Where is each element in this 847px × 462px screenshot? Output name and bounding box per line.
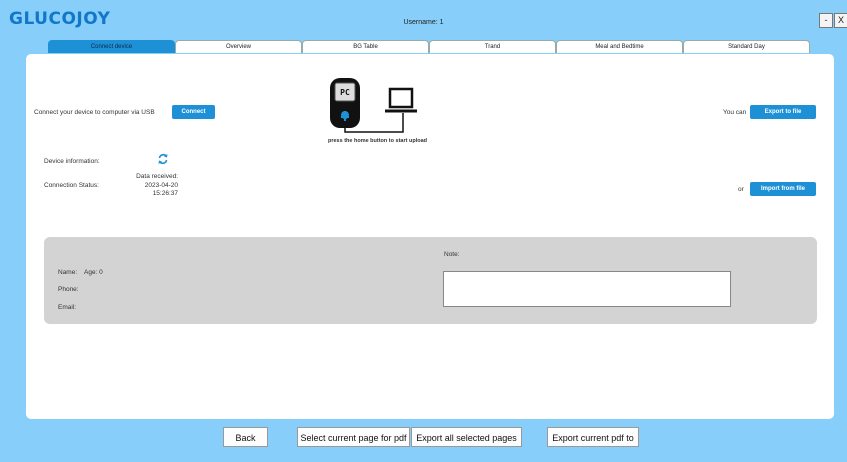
name-label: Name: [58, 269, 78, 276]
data-received-date: 2023-04-20 [144, 181, 178, 189]
data-received-time: 15:26:37 [152, 190, 178, 197]
laptop-icon [385, 87, 417, 113]
note-field[interactable] [443, 271, 731, 307]
note-label: Note: [444, 251, 460, 258]
tab-bg-table[interactable]: BG Table [302, 40, 429, 53]
tab-meal-and-bedtime[interactable]: Meal and Bedtime [556, 40, 683, 53]
upload-instruction: press the home button to start upload [328, 138, 428, 144]
export-to-file-button[interactable]: Export to file [750, 105, 816, 119]
age-label: Age: 0 [84, 269, 103, 276]
tab-connect-device[interactable]: Connect device [48, 40, 175, 53]
refresh-icon[interactable] [157, 153, 169, 165]
tab-bar: Connect device Overview BG Table Trand M… [48, 40, 810, 54]
back-button[interactable]: Back [223, 427, 268, 447]
import-from-file-button[interactable]: Import from file [750, 182, 816, 196]
tab-trand[interactable]: Trand [429, 40, 556, 53]
minimize-button[interactable]: - [819, 13, 833, 28]
glucose-meter-icon: PC [330, 78, 360, 128]
you-can-label: You can [723, 109, 747, 116]
connect-button[interactable]: Connect [172, 105, 215, 119]
phone-label: Phone: [58, 286, 79, 293]
export-current-pdf-button[interactable]: Export current pdf to [547, 427, 639, 447]
connect-prompt: Connect your device to computer via USB [34, 109, 155, 116]
tab-standard-day[interactable]: Standard Day [683, 40, 810, 53]
data-received-block: Data received: 2023-04-20 15:26:37 [100, 173, 178, 199]
device-illustration: PC [330, 78, 417, 133]
data-received-label: Data received: [136, 173, 178, 180]
export-all-selected-button[interactable]: Export all selected pages [411, 427, 522, 447]
meter-screen-text: PC [340, 88, 350, 97]
select-page-for-pdf-button[interactable]: Select current page for pdf [297, 427, 410, 447]
connection-status-label: Connection Status: [44, 182, 99, 189]
username-label: Username: 1 [403, 19, 444, 26]
or-label: or [738, 186, 744, 193]
email-label: Email: [58, 304, 77, 311]
device-information-label: Device information: [44, 158, 100, 165]
tab-overview[interactable]: Overview [175, 40, 302, 53]
close-button[interactable]: X [834, 13, 847, 28]
